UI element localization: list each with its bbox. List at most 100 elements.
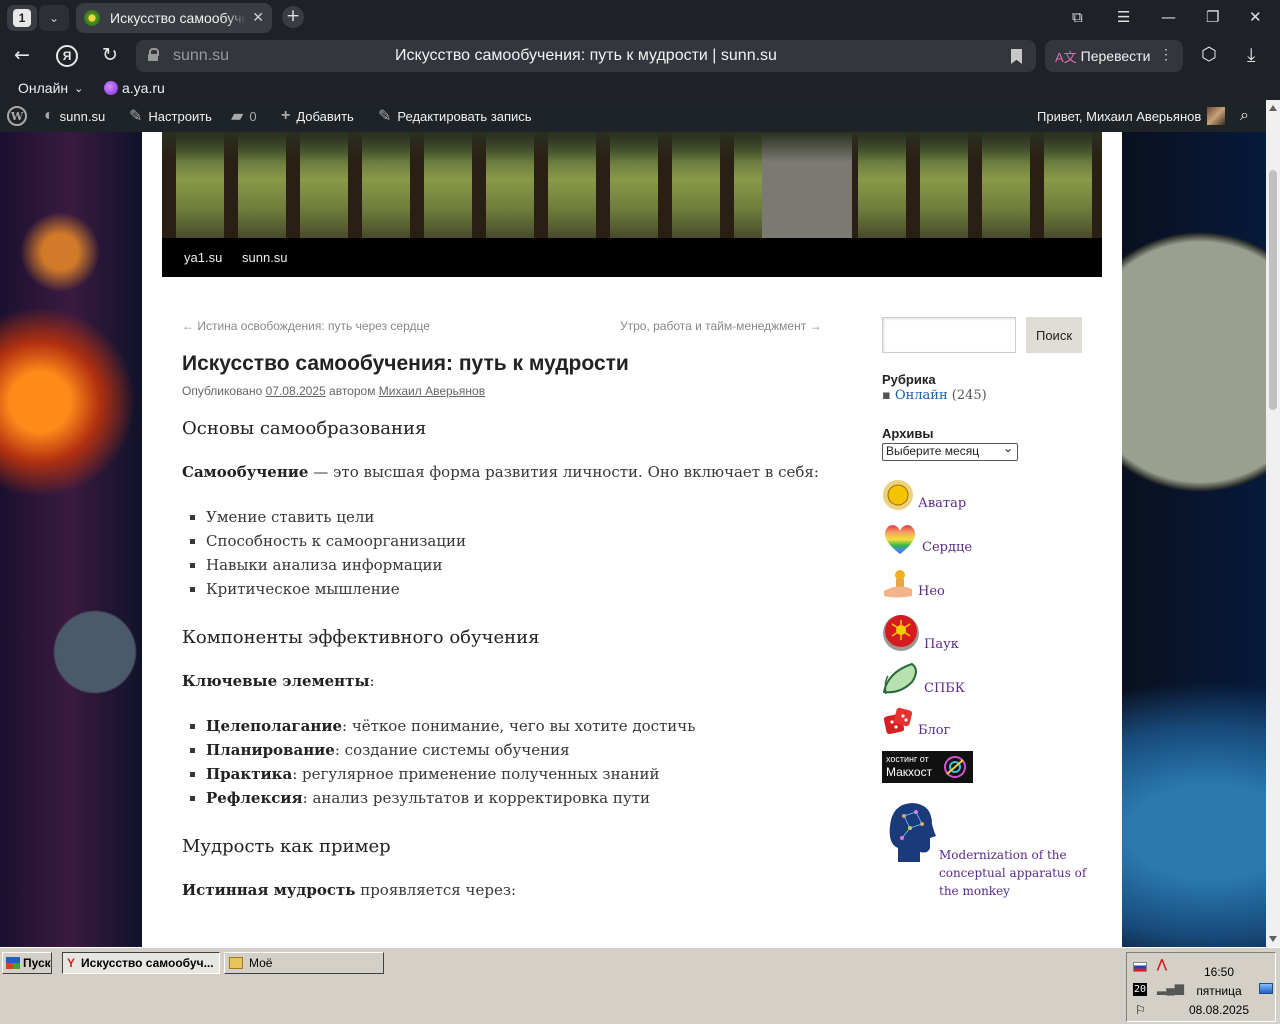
reload-icon[interactable]: ↻ (102, 44, 118, 66)
sidebar-link-neo[interactable]: Нео (882, 569, 945, 599)
chevron-down-icon: ⌄ (74, 82, 84, 95)
list-item: Рефлексия: анализ результатов и корректи… (206, 786, 822, 810)
scroll-thumb[interactable] (1269, 170, 1277, 410)
translate-button[interactable]: A文 Перевести ⋮ (1045, 40, 1183, 72)
tab-count: 1 (13, 9, 31, 27)
comment-icon: ▰ (231, 108, 244, 125)
tab-title: Искусство самообучения: путь к мудрости … (110, 10, 247, 26)
sidebar-link-avatar[interactable]: Аватар (882, 479, 966, 511)
site-menu: ya1.su sunn.su (162, 238, 1102, 277)
edit-post-label: Редактировать запись (397, 108, 532, 124)
menu-icon[interactable]: ☰ (1117, 8, 1130, 26)
category-link[interactable]: Онлайн (895, 388, 948, 403)
extensions-icon[interactable]: ⬡ (1201, 44, 1217, 65)
list-item: Целеполагание: чёткое понимание, чего вы… (206, 714, 822, 738)
page-scrollbar[interactable] (1266, 100, 1280, 947)
bold-term: Истинная мудрость (182, 881, 356, 899)
monkey-link[interactable]: Modernization of the conceptual apparatu… (882, 800, 1086, 898)
sidebar-link-label: Блог (918, 723, 951, 738)
browser-tab-strip: 1 ⌄ Искусство самообучения: путь к мудро… (0, 0, 1280, 36)
list-item: Планирование: создание системы обучения (206, 738, 822, 762)
add-new-link[interactable]: + Добавить (281, 100, 354, 132)
back-icon[interactable]: ← (14, 44, 30, 66)
next-post-link[interactable]: Утро, работа и тайм-менеджмент → (620, 319, 822, 333)
avatar (1207, 107, 1226, 125)
sidebar-link-spider[interactable]: Паук (882, 612, 959, 652)
omnibox[interactable]: sunn.su Искусство самообучения: путь к м… (136, 40, 1036, 72)
bullet-list: Целеполагание: чёткое понимание, чего вы… (182, 714, 822, 810)
sidebar-link-heart[interactable]: Сердце (882, 523, 972, 555)
archives-select[interactable]: Выберите месяц (882, 441, 1018, 461)
antivirus-icon[interactable]: ⋀ (1157, 957, 1167, 971)
spider-button-icon (883, 615, 919, 651)
address-page-title: Искусство самообучения: путь к мудрости … (395, 47, 777, 64)
new-tab-button[interactable]: + (282, 6, 304, 28)
tab-active[interactable]: Искусство самообучения: путь к мудрости … (76, 3, 272, 33)
tray-counter[interactable]: 20 (1133, 983, 1148, 996)
section-heading: Основы самообразования (182, 418, 427, 439)
post-date-link[interactable]: 07.08.2025 (266, 384, 326, 398)
edit-post-link[interactable]: ✎ Редактировать запись (378, 100, 532, 132)
bookmark-folder-online[interactable]: Онлайн ⌄ (18, 80, 83, 96)
customize-link[interactable]: ✎ Настроить (129, 100, 212, 132)
clock-day: пятница (1196, 984, 1242, 998)
wp-logo-button[interactable]: W (7, 100, 27, 132)
more-options-icon[interactable]: ⋮ (1159, 46, 1173, 63)
list-item: Способность к самоорганизации (206, 529, 822, 553)
site-name: sunn.su (59, 108, 106, 124)
list-item: Практика: регулярное применение полученн… (206, 762, 822, 786)
tabs-dropdown-icon[interactable]: ⌄ (39, 5, 69, 31)
bookmarks-bar: Онлайн ⌄ a.ya.ru (0, 76, 1280, 100)
wordpress-icon: W (7, 106, 27, 126)
system-tray: ⋀ 20 ▂▄▆ ⚐ 16:50 пятница 08.08.2025 (1126, 952, 1276, 1022)
flag-notification-icon[interactable]: ⚐ (1135, 1003, 1146, 1017)
sidebar-link-label: Нео (918, 584, 945, 599)
wp-admin-bar: W ◐ sunn.su ✎ Настроить ▰ 0 + Добавить ✎… (0, 100, 1280, 132)
site-name-link[interactable]: ◐ sunn.su (44, 100, 105, 132)
list-item-text: : чёткое понимание, чего вы хотите дости… (342, 717, 696, 735)
bookmark-aya[interactable]: a.ya.ru (104, 80, 165, 96)
show-desktop-icon[interactable] (1259, 983, 1273, 994)
admin-search-icon[interactable]: ⌕ (1240, 100, 1255, 132)
scroll-up-icon[interactable] (1269, 105, 1277, 111)
windows-icon (6, 957, 20, 969)
search-button[interactable]: Поиск (1026, 317, 1082, 353)
taskbar-item-browser[interactable]: Y Искусство самообуч... (62, 952, 220, 974)
sidebar-link-label: Паук (924, 637, 959, 652)
language-flag-icon[interactable] (1133, 962, 1147, 972)
search-input[interactable] (882, 317, 1016, 353)
sidebar-link-blog[interactable]: Блог (882, 706, 950, 738)
sidebar-link-spbk[interactable]: СПБК (882, 662, 965, 696)
sun-icon (883, 480, 913, 510)
downloads-icon[interactable]: ⤓ (1247, 44, 1255, 66)
translate-label: Перевести (1080, 48, 1151, 64)
neural-head-icon (889, 803, 936, 862)
scroll-down-icon[interactable] (1269, 936, 1277, 942)
hosting-line2: Макхост (886, 765, 933, 779)
close-tab-icon[interactable]: ✕ (252, 10, 264, 26)
hosting-banner[interactable]: хостинг от Макхост (882, 751, 973, 783)
dashboard-icon: ◐ (44, 107, 54, 124)
menu-item-sunn[interactable]: sunn.su (242, 250, 288, 265)
start-button[interactable]: Пуск (2, 952, 52, 974)
author-link[interactable]: Михаил Аверьянов (379, 384, 485, 398)
list-item: Навыки анализа информации (206, 553, 822, 577)
yandex-icon[interactable]: Я (56, 45, 78, 67)
restore-icon[interactable]: ❐ (1206, 8, 1219, 26)
previous-post-link[interactable]: ← Истина освобождения: путь через сердце (182, 319, 430, 333)
taskbar-item-folder[interactable]: Моё (224, 952, 384, 974)
close-window-icon[interactable]: ✕ (1249, 8, 1262, 26)
menu-item-ya1[interactable]: ya1.su (184, 250, 222, 265)
collections-icon[interactable]: ⧉ (1072, 8, 1083, 26)
signal-icon[interactable]: ▂▄▆ (1157, 981, 1184, 995)
account-menu[interactable]: Привет, Михаил Аверьянов (1037, 100, 1226, 132)
comments-link[interactable]: ▰ 0 (231, 100, 257, 132)
sleep-mask-icon (882, 662, 917, 695)
bullet-list: Умение ставить цели Способность к самоор… (182, 505, 822, 601)
section-heading: Мудрость как пример (182, 836, 391, 857)
page-viewport: ya1.su sunn.su ← Истина освобождения: пу… (0, 132, 1266, 947)
minimize-icon[interactable]: — (1161, 8, 1176, 26)
post-title: Искусство самообучения: путь к мудрости (182, 352, 629, 375)
taskbar-item-label: Искусство самообуч... (81, 956, 214, 970)
tab-counter-button[interactable]: 1 (7, 5, 37, 31)
